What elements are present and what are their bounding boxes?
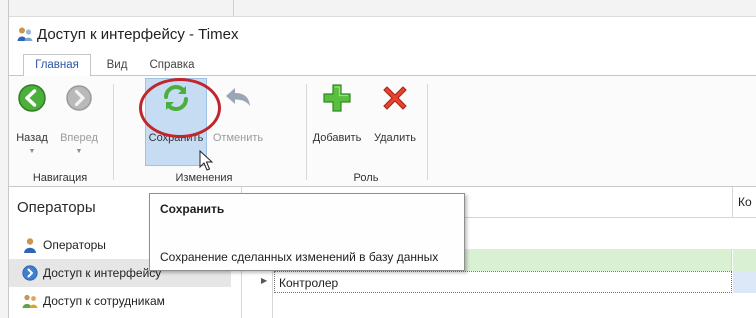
sidebar-item-employees-access[interactable]: Доступ к сотрудникам: [9, 287, 231, 315]
red-x-icon: [383, 86, 407, 110]
role-name-cell[interactable]: Контролер: [274, 271, 732, 293]
ribbon: Назад ▼ Вперед ▼ Навигация Сохранить Отм…: [9, 76, 756, 187]
app-users-icon: [17, 27, 33, 41]
left-panel-header: Операторы: [17, 199, 96, 216]
group-label-navigation: Навигация: [32, 172, 88, 184]
tooltip-title: Сохранить: [160, 202, 225, 216]
add-role-button-label: Добавить: [312, 132, 362, 144]
group-separator: [427, 84, 428, 180]
mouse-pointer-icon: [199, 150, 213, 171]
tooltip-description: Сохранение сделанных изменений в базу да…: [160, 250, 439, 264]
forward-button[interactable]: Вперед ▼: [55, 76, 103, 168]
add-role-button[interactable]: Добавить: [309, 76, 365, 168]
app-window: Доступ к интерфейсу - Timex Главная Вид …: [8, 0, 756, 318]
group-separator: [113, 84, 114, 180]
grid-column-divider: [732, 187, 733, 217]
ribbon-tab-strip: Главная Вид Справка: [9, 51, 756, 77]
desktop-background: [0, 0, 8, 318]
window-title: Доступ к интерфейсу - Timex: [37, 26, 239, 43]
back-button[interactable]: Назад ▼: [11, 76, 53, 168]
forward-dropdown-chevron-icon[interactable]: ▼: [76, 148, 83, 155]
tab-view[interactable]: Вид: [99, 55, 135, 75]
row-indicator-icon: ▶: [261, 276, 268, 285]
group-label-changes: Изменения: [175, 172, 233, 184]
delete-role-button-label: Удалить: [374, 132, 416, 144]
back-arrow-icon: [18, 84, 46, 112]
sidebar-item-label: Доступ к интерфейсу: [43, 266, 162, 280]
window-top-strip: [9, 0, 756, 17]
sidebar-item-label: Доступ к сотрудникам: [43, 294, 165, 308]
delete-role-button[interactable]: Удалить: [367, 76, 423, 168]
role-extra-cell[interactable]: [733, 249, 756, 271]
sidebar-item-label: Операторы: [43, 238, 106, 252]
forward-button-label: Вперед: [60, 132, 98, 144]
save-tooltip: Сохранить Сохранение сделанных изменений…: [149, 193, 465, 271]
grid-column-header-partial[interactable]: Ко: [738, 195, 752, 209]
green-plus-icon: [323, 84, 351, 112]
group-separator: [306, 84, 307, 180]
operator-person-icon: [24, 238, 36, 253]
back-dropdown-chevron-icon[interactable]: ▼: [29, 148, 36, 155]
forward-arrow-icon: [66, 85, 92, 111]
role-extra-cell[interactable]: [733, 271, 756, 293]
undo-button[interactable]: Отменить: [209, 76, 267, 168]
interface-access-icon: [22, 265, 38, 281]
title-bar: Доступ к интерфейсу - Timex: [9, 17, 756, 51]
back-button-label: Назад: [16, 132, 48, 144]
undo-icon: [226, 88, 250, 106]
undo-button-label: Отменить: [212, 132, 264, 144]
table-row[interactable]: ▶ Контролер: [242, 271, 756, 293]
employees-access-icon: [22, 294, 38, 308]
tab-main[interactable]: Главная: [23, 54, 91, 77]
group-label-role: Роль: [353, 172, 379, 184]
tab-help[interactable]: Справка: [143, 55, 201, 75]
top-strip-separator: [233, 0, 234, 16]
